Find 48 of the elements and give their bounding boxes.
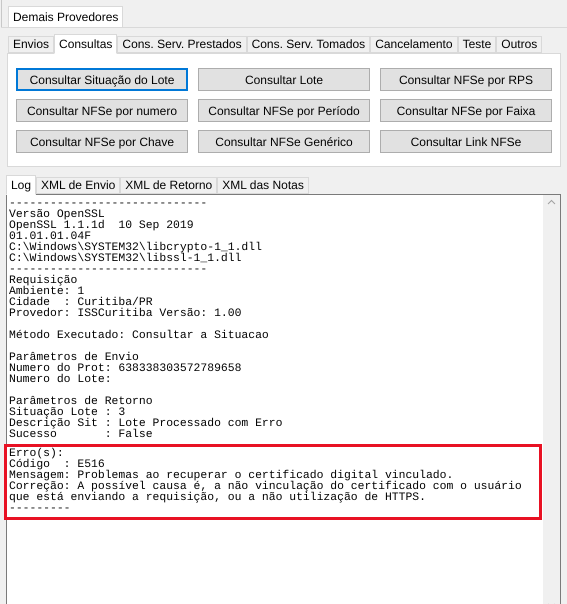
log-line: Cidade : Curitiba/PR xyxy=(9,298,154,309)
log-line: que está enviando a requisição, ou a não utilização de HTTPS. xyxy=(9,493,427,504)
log-line: --------- xyxy=(9,504,72,515)
action-button[interactable]: Consultar NFSe por Chave xyxy=(16,130,188,153)
tab[interactable]: Cons. Serv. Tomados xyxy=(246,36,370,53)
log-line: Sucesso : False xyxy=(9,430,154,441)
log-line: Descrição Sit : Lote Processado com Erro xyxy=(9,419,284,430)
scroll-up-icon[interactable] xyxy=(547,199,556,205)
log-line: Parâmetros de Retorno xyxy=(9,397,154,408)
log-line: Código : E516 xyxy=(9,460,105,471)
action-button[interactable]: Consultar NFSe por numero xyxy=(16,99,188,122)
tab[interactable]: Cancelamento xyxy=(370,36,458,53)
log-line: Ambiente: 1 xyxy=(9,287,84,298)
tab[interactable]: XML de Envio xyxy=(36,177,120,194)
log-line: ----------------------------- xyxy=(9,199,208,210)
tab[interactable]: Demais Provedores xyxy=(8,6,124,27)
log-line: Correção: A possível causa é, a não vinculação do certificado com o usuário xyxy=(9,482,523,493)
tab[interactable]: Envios xyxy=(8,36,54,53)
scrollbar[interactable] xyxy=(543,195,560,604)
log-line: 01.01.01.04F xyxy=(9,232,92,243)
tab[interactable]: Cons. Serv. Prestados xyxy=(117,36,247,53)
log-line: Mensagem: Problemas ao recuperar o certificado digital vinculado. xyxy=(9,471,454,482)
log-line: ----------------------------- xyxy=(9,265,208,276)
tab[interactable]: Log xyxy=(6,175,36,195)
action-button[interactable]: Consultar Lote xyxy=(198,68,370,91)
log-line: Método Executado: Consultar a Situacao xyxy=(9,331,270,342)
tab[interactable]: XML de Retorno xyxy=(120,177,218,194)
action-button[interactable]: Consultar Situação do Lote xyxy=(16,68,188,91)
action-button[interactable]: Consultar Link NFSe xyxy=(380,130,552,153)
log-line: C:\Windows\SYSTEM32\libcrypto-1_1.dll xyxy=(9,243,263,254)
tab[interactable]: Teste xyxy=(458,36,496,53)
log-line: Erro(s): xyxy=(9,449,65,460)
action-button[interactable]: Consultar NFSe Genérico xyxy=(198,130,370,153)
tab[interactable]: XML das Notas xyxy=(217,177,309,194)
log-line: Parâmetros de Envio xyxy=(9,353,139,364)
log-line: Versão OpenSSL xyxy=(9,210,106,221)
log-line: C:\Windows\SYSTEM32\libssl-1_1.dll xyxy=(9,254,242,265)
tab[interactable]: Consultas xyxy=(54,34,118,54)
log-line: Requisição xyxy=(9,276,78,287)
tab[interactable]: Outros xyxy=(496,36,542,53)
log-line: Numero do Prot: 638338303572789658 xyxy=(9,364,242,375)
log-line: Numero do Lote: xyxy=(9,375,113,386)
log-line: Situação Lote : 3 xyxy=(9,408,126,419)
action-button[interactable]: Consultar NFSe por Faixa xyxy=(380,99,552,122)
action-button[interactable]: Consultar NFSe por RPS xyxy=(380,68,552,91)
log-line: Provedor: ISSCuritiba Versão: 1.00 xyxy=(9,309,242,320)
log-line: OpenSSL 1.1.1d 10 Sep 2019 xyxy=(9,221,195,232)
action-button[interactable]: Consultar NFSe por Período xyxy=(198,99,370,122)
